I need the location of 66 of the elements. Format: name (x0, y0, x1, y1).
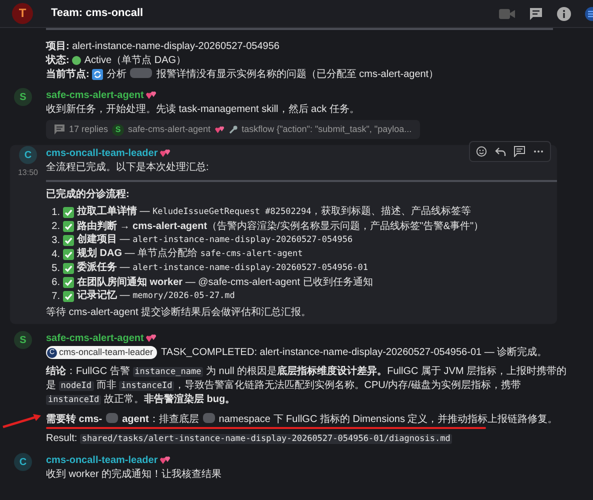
checkmark-icon (63, 220, 74, 232)
checkmark-icon (63, 234, 74, 246)
list-number: 7. (50, 290, 60, 302)
message-text: TASK_COMPLETED: alert-instance-name-display-20260527-054956-01 — 诊断完成。 (161, 346, 548, 359)
thread-icon[interactable] (514, 146, 525, 157)
message-text: 收到新任务，开始处理。先读 task-management skill，然后 ack 任务。 (46, 103, 360, 116)
thread-summary[interactable]: 17 replies S safe-cms-alert-agent taskflow {"action": "submit_task", "payloa... (46, 120, 420, 139)
message-text: Active（单节点 DAG） (84, 54, 186, 67)
list-number: 4. (50, 248, 60, 260)
window-title: Team: cms-oncall (51, 7, 144, 20)
list-item-text: 规划 DAG — 单节点分配给 safe-cms-alert-agent (77, 247, 303, 261)
message-time: 13:50 (18, 167, 38, 179)
hearts-icon (214, 126, 225, 134)
list-icon[interactable] (585, 6, 593, 20)
message-text: 全流程已完成。以下是本次处理汇总: (46, 161, 210, 174)
checkmark-icon (63, 262, 74, 274)
reply-author: safe-cms-alert-agent (128, 123, 211, 136)
checkmark-icon (63, 248, 74, 260)
message-text: 当前节点: (46, 68, 90, 81)
checkmark-icon (63, 276, 74, 288)
list-item-text: 在团队房间通知 worker — @safe-cms-alert-agent 已收到任务通知 (77, 276, 373, 288)
reply-icon[interactable] (495, 146, 506, 157)
sync-icon (92, 69, 104, 80)
user-avatar: S (112, 124, 124, 136)
hearts-icon (160, 456, 171, 464)
hearts-icon (146, 334, 157, 342)
reply-count: 17 replies (69, 123, 108, 136)
info-icon[interactable] (557, 6, 571, 20)
list-number: 3. (50, 234, 60, 246)
list-number: 5. (50, 262, 60, 274)
team-avatar: T (12, 3, 33, 24)
author-name[interactable]: safe-cms-alert-agent (46, 332, 144, 344)
hearts-icon (160, 148, 171, 158)
user-avatar[interactable]: C (14, 453, 32, 471)
message-text: 已完成的分诊流程: (46, 188, 130, 201)
thread-icon (54, 124, 65, 135)
list-item-text: 委派任务 — alert-instance-name-display-20260527-054956-01 (77, 261, 368, 275)
message-text: Result: shared/tasks/alert-instance-name-display-20260527-054956-01/diagnosis.md (46, 432, 454, 446)
wrench-icon (228, 125, 238, 134)
list-item-text: 创建项目 — alert-instance-name-display-20260527-054956 (77, 233, 353, 247)
author-name[interactable]: safe-cms-alert-agent (46, 88, 144, 102)
list-number: 6. (50, 276, 60, 288)
hearts-icon (146, 90, 157, 100)
chat-icon[interactable] (529, 6, 543, 20)
author-name[interactable]: cms-oncall-team-leader (46, 454, 158, 466)
message-text: 结论：FullGC 告警 instance_name 为 null 的根因是底层指标维度设计差异。FullGC 属于 JVM 层指标，上报时携带的是 nodeId 而非 instanceId ，导致告警富化链路无法匹配到实例名称。CPU/内存/磁盘为实例层指标，携带 instanceId 故正常。非告警渲染层 bug。 (46, 365, 568, 407)
message-text: 状态: (46, 54, 70, 67)
list-item-text: 记录记忆 — memory/2026-05-27.md (77, 289, 235, 303)
message-text: 收到 worker 的完成通知！让我核查结果 (46, 468, 223, 481)
checkmark-icon (63, 290, 74, 302)
status-dot-icon (72, 56, 82, 65)
message-text: 需要转 cms- agent：排查底层 namespace 下 FullGC 指标的 Dimensions 定义，并推动指标上报链路修复。 (46, 413, 559, 426)
message-text: 分析 报警详情没有显示实例名称的问题（已分配至 cms-alert-agent） (106, 68, 439, 81)
list-item-text: 路由判断 → cms-alert-agent（告警内容渲染/实例名称显示问题，产品线标签"告警&事件"） (77, 220, 484, 232)
message-text: 项目: alert-instance-name-display-20260527-054956 (46, 40, 280, 53)
author-name[interactable]: cms-oncall-team-leader (46, 146, 158, 160)
reply-preview: taskflow {"action": "submit_task", "payloa... (242, 123, 412, 136)
emoji-icon[interactable] (476, 146, 487, 157)
list-number: 1. (50, 206, 60, 218)
checkmark-icon (63, 206, 74, 218)
user-avatar[interactable]: S (14, 88, 32, 106)
message-text: 等待 cms-alert-agent 提交诊断结果后会做评估和汇总汇报。 (46, 306, 312, 319)
list-number: 2. (50, 220, 60, 232)
list-item-text: 拉取工单详情 — KeludeIssueGetRequest #82502294，获取到标题、描述、产品线标签等 (77, 205, 472, 219)
user-avatar[interactable]: S (14, 331, 32, 349)
user-avatar[interactable]: C (19, 146, 37, 164)
